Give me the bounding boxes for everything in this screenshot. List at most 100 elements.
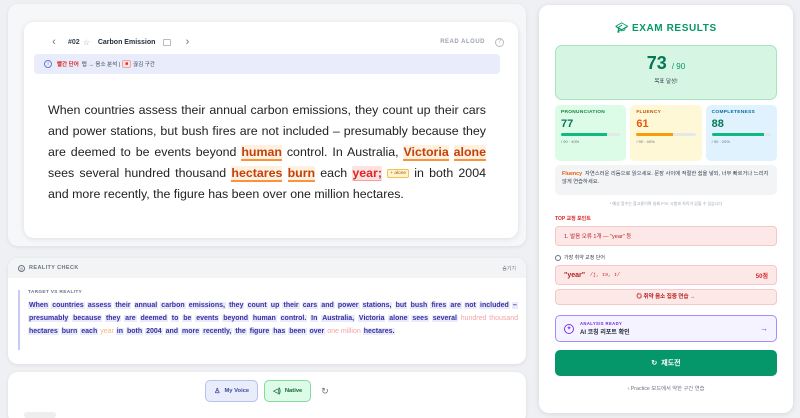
practice-mode-link[interactable]: ‹ Practice 모드에서 약한 구간 연습	[539, 384, 793, 392]
reality-word: thousand	[489, 315, 519, 322]
reality-word: presumably	[28, 315, 70, 322]
inserted-word-chip: + alone	[387, 169, 410, 179]
help-icon[interactable]: ?	[495, 37, 504, 47]
reality-word: assess	[86, 302, 113, 309]
retry-button[interactable]: ↻ 재도전	[555, 350, 777, 376]
reality-word: and	[320, 302, 335, 309]
reality-word: deemed	[139, 315, 168, 322]
reality-word: be	[182, 315, 193, 322]
top-correction-item[interactable]: 1. 발음 오류 1개 — "year" 등	[555, 226, 777, 246]
native-label: Native	[284, 388, 303, 394]
reality-word: been	[288, 328, 307, 335]
target-icon	[555, 254, 561, 261]
results-title: EXAM RESULTS	[631, 23, 717, 34]
reality-word: each	[80, 328, 99, 335]
reality-word: to	[170, 315, 180, 322]
reality-word: and	[164, 328, 180, 335]
weak-word-phonemes: /j, ɪə, ɪ/	[590, 272, 621, 278]
total-score-box: 73 / 90 목표 달성!	[555, 45, 777, 100]
score-max: / 90	[671, 62, 686, 71]
reality-word: carbon	[160, 302, 186, 309]
metric-bar-fill	[561, 133, 607, 136]
reality-word: bush	[409, 302, 429, 309]
reality-word: figure	[248, 328, 271, 335]
reality-check-title: REALITY CHECK	[29, 265, 79, 271]
metric-completeness: COMPLETENESS 88 / 90 · 20%	[705, 105, 777, 161]
word-hectares[interactable]: hectares	[231, 166, 283, 182]
reality-word: over	[308, 328, 326, 335]
results-heading: 🎓︎ EXAM RESULTS	[539, 23, 793, 34]
reality-word: not	[464, 302, 477, 309]
reality-word: up	[269, 302, 281, 309]
passage-segment: each	[315, 166, 353, 180]
passage-segment: control. In Australia,	[281, 145, 404, 159]
metric-value: 77	[561, 118, 574, 130]
passage-card: ‹ #02 ☆ Carbon Emission › READ ALOUD ? i…	[8, 4, 526, 246]
word-victoria[interactable]: Victoria	[403, 145, 449, 161]
reality-word: million	[340, 328, 361, 335]
weak-word-score: 50점	[755, 273, 768, 280]
reality-body: TARGET VS REALITY When countries assess …	[18, 290, 518, 350]
metric-range: / 90 · 20%	[711, 139, 730, 144]
hide-button[interactable]: 숨기기	[502, 265, 516, 272]
metric-bar	[711, 133, 771, 136]
reality-word: included	[479, 302, 510, 309]
reality-word: they	[228, 302, 245, 309]
reality-word: countries	[51, 302, 85, 309]
reality-word: hundred	[460, 315, 487, 322]
score-value: 73	[646, 53, 667, 73]
reality-word: because	[72, 315, 103, 322]
disclaimer: * 예상 점수는 참고용이며 실제 PTE 시험과 차이가 있을 수 있습니다	[609, 201, 723, 206]
star-icon[interactable]: ☆	[83, 38, 90, 47]
analysis-kicker: ANALYSIS READY	[580, 321, 623, 326]
metric-bar-fill	[711, 133, 764, 136]
metric-label: PRONUNCIATION	[561, 110, 606, 115]
app-page: ‹ #02 ☆ Carbon Emission › READ ALOUD ? i…	[0, 0, 800, 418]
analysis-report-button[interactable]: ✦ ANALYSIS READY AI 코칭 리포트 확인 →	[555, 315, 777, 342]
reality-word: sees	[411, 315, 429, 322]
reality-word: stations,	[361, 302, 393, 309]
word-year[interactable]: year;	[352, 166, 382, 181]
reality-word: power	[336, 302, 360, 309]
exam-results-panel: 🎓︎ EXAM RESULTS 73 / 90 목표 달성! PRONUNCIA…	[539, 5, 793, 413]
reality-word: has	[272, 328, 287, 335]
word-human[interactable]: human	[241, 145, 282, 161]
weak-word: "year"	[564, 271, 586, 279]
total-score: 73 / 90	[556, 53, 776, 74]
retry-label: 재도전	[661, 360, 681, 367]
grid-icon[interactable]	[163, 38, 172, 46]
my-voice-button[interactable]: ♙ My Voice	[205, 380, 259, 402]
metric-label: FLUENCY	[636, 110, 662, 115]
reality-word: more	[181, 328, 201, 335]
reality-word: hectares	[28, 328, 59, 335]
reality-word: Australia,	[321, 315, 356, 322]
native-button[interactable]: ◁) Native	[264, 380, 312, 402]
chevron-right-icon[interactable]: ›	[179, 36, 195, 48]
reality-word: burn	[60, 328, 79, 335]
reality-word: –	[511, 302, 518, 309]
chevron-left-icon[interactable]: ‹	[46, 36, 62, 48]
reality-word: cars	[301, 302, 319, 309]
reality-word: both	[125, 328, 144, 335]
graduation-cap-icon: 🎓︎	[615, 23, 632, 34]
metric-label: COMPLETENESS	[711, 110, 755, 115]
weak-word-item[interactable]: "year" /j, ɪə, ɪ/ 50점	[555, 265, 777, 285]
question-number: #02	[68, 38, 80, 46]
passage-segment: sees several hundred thousand	[48, 166, 232, 180]
legend-banner: i 빨간 단어 탭 → 음소 분석 | ■ 끊김 구간	[34, 54, 500, 74]
reality-word: are	[449, 302, 462, 309]
weak-word-label-text: 가장 취약 교정 단어	[564, 255, 605, 261]
word-burn[interactable]: burn	[287, 166, 316, 182]
word-alone[interactable]: alone	[453, 145, 486, 161]
target-vs-reality-label: TARGET VS REALITY	[28, 290, 83, 295]
question-title: Carbon Emission	[97, 38, 156, 46]
user-icon: ♙	[214, 388, 221, 395]
reality-word: year	[100, 328, 114, 335]
replay-icon[interactable]: ↻	[321, 386, 329, 397]
phoneme-drill-button[interactable]: ◎ 취약 음소 집중 연습 →	[555, 289, 777, 305]
reality-word: several	[431, 315, 458, 322]
reality-check-card: ◎ REALITY CHECK 숨기기 TARGET VS REALITY Wh…	[8, 258, 526, 364]
voice-sub-tab[interactable]	[24, 412, 56, 418]
my-voice-label: My Voice	[224, 388, 250, 394]
metric-value: 88	[711, 118, 724, 130]
